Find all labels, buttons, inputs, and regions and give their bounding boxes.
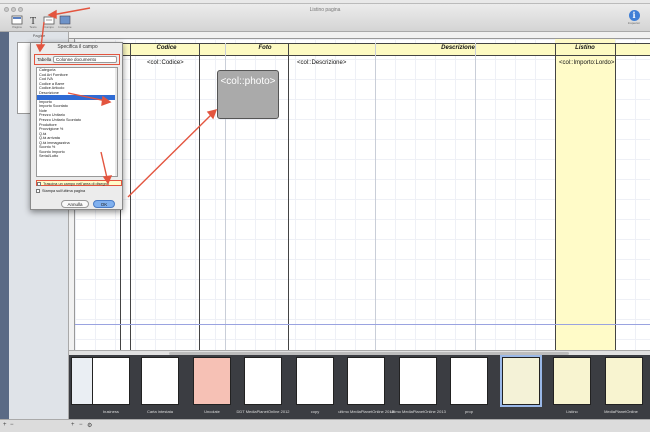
- template-label: ultimo MediaPlanetOnline 2013: [390, 409, 446, 414]
- add-page-icon[interactable]: +: [3, 422, 7, 428]
- app-window: Listino pagina Pagina T Testo Campo Imma…: [0, 4, 650, 432]
- page-tool-label: Pagina: [12, 25, 22, 29]
- template-label: copy: [310, 409, 320, 414]
- text-icon: T: [30, 16, 36, 25]
- image-icon: [59, 15, 71, 25]
- page-icon: [11, 15, 23, 25]
- field-list-scrollbar[interactable]: [115, 68, 117, 176]
- field-list[interactable]: Categoria Cod Art Fornitore Cod IVA Codice …: [36, 67, 118, 177]
- template-thumbnail[interactable]: [399, 357, 437, 405]
- svg-text:T: T: [30, 16, 36, 25]
- column-divider: [615, 43, 616, 350]
- table-label: Tabella: [37, 57, 52, 62]
- column-divider: [288, 43, 289, 350]
- pages-sidebar-title: Pagine: [32, 33, 46, 38]
- title-bar: Listino pagina Pagina T Testo Campo Imma…: [0, 4, 650, 32]
- field-list-items: Categoria Cod Art Fornitore Cod IVA Codice …: [37, 68, 117, 159]
- desktop-edge: [0, 32, 9, 432]
- template-label: Listino: [566, 409, 578, 414]
- ok-button[interactable]: OK: [93, 200, 115, 208]
- header-codice[interactable]: Codice: [143, 45, 190, 51]
- template-label: Uncolate: [204, 409, 220, 414]
- column-divider: [199, 43, 200, 350]
- cancel-button[interactable]: Annulla: [61, 200, 89, 208]
- print-last-page-label: Stampa sull'ultima pagina: [42, 189, 86, 193]
- specify-field-dialog: Specifica il campo Tabella Colonne docum…: [30, 42, 123, 210]
- print-last-page-checkbox[interactable]: Stampa sull'ultima pagina: [36, 188, 122, 194]
- remove-template-icon[interactable]: −: [79, 422, 83, 428]
- checkbox-icon: [37, 182, 41, 186]
- gear-icon[interactable]: ⚙: [87, 422, 92, 429]
- bottom-toolbar: + − + − ⚙: [0, 419, 650, 432]
- header-listino[interactable]: Listino: [555, 45, 615, 51]
- add-template-icon[interactable]: +: [71, 422, 75, 428]
- template-thumbnail-selected[interactable]: [500, 355, 542, 407]
- template-thumbnail[interactable]: [193, 357, 231, 405]
- header-descrizione[interactable]: Descrizione: [410, 45, 506, 51]
- field-foto[interactable]: <col::photo>: [217, 70, 279, 119]
- table-select[interactable]: Colonne documento: [53, 56, 117, 63]
- field-tool-button[interactable]: Campo: [42, 15, 56, 29]
- template-thumbnail[interactable]: [347, 357, 385, 405]
- template-label: Carta intestata: [146, 409, 173, 414]
- field-listino[interactable]: <col::Importo:Lordo>: [559, 60, 614, 66]
- field-descrizione[interactable]: <col::Descrizione>: [297, 60, 346, 66]
- report-page: Codice Foto Descrizione Listino <col::Co…: [75, 39, 650, 350]
- template-thumbnail[interactable]: [296, 357, 334, 405]
- template-gallery: business Carta intestata Uncolate DDT Me…: [69, 355, 650, 419]
- template-label: MediaPlanetOnline: [604, 409, 638, 414]
- page-bottom-guide: [75, 324, 650, 325]
- template-label: DDT MediaPlanetOnline 2012: [236, 409, 290, 414]
- template-thumbnail[interactable]: [450, 357, 488, 405]
- checkbox-icon: [36, 189, 40, 193]
- dialog-title: Specifica il campo: [57, 44, 98, 50]
- grid-guide: [475, 43, 476, 350]
- field-tool-label: Campo: [44, 25, 54, 29]
- info-icon: i: [628, 10, 640, 21]
- header-foto[interactable]: Foto: [224, 45, 306, 51]
- template-thumbnail[interactable]: [92, 357, 130, 405]
- template-label: ultimo MediaPlanetOnline 2013: [338, 409, 394, 414]
- image-tool-button[interactable]: Immagine: [58, 15, 72, 29]
- template-thumbnail[interactable]: [553, 357, 591, 405]
- inspector-button[interactable]: i Inspector: [622, 10, 646, 28]
- field-list-item[interactable]: Serial/Lotto: [37, 154, 117, 159]
- image-tool-label: Immagine: [58, 25, 72, 29]
- remove-page-icon[interactable]: −: [10, 422, 14, 428]
- text-tool-label: Testo: [29, 25, 37, 29]
- template-label: business: [103, 409, 119, 414]
- text-tool-button[interactable]: T Testo: [26, 15, 40, 29]
- window-title: Listino pagina: [309, 7, 341, 13]
- zoom-window-button[interactable]: [18, 7, 23, 12]
- layout-canvas[interactable]: Codice Foto Descrizione Listino <col::Co…: [69, 32, 650, 350]
- drag-field-checkbox[interactable]: Trascina un campo nell'area di disegno: [36, 180, 122, 186]
- grid-guide: [375, 43, 376, 350]
- inspector-label: Inspector: [627, 21, 641, 25]
- drag-field-label: Trascina un campo nell'area di disegno: [43, 182, 109, 186]
- column-divider: [555, 43, 556, 350]
- template-label: prop: [464, 409, 473, 414]
- horizontal-ruler: [69, 32, 650, 39]
- table-selector-row: Tabella Colonne documento: [34, 54, 120, 65]
- template-thumbnail[interactable]: [605, 357, 643, 405]
- template-thumbnail[interactable]: [244, 357, 282, 405]
- column-divider: [130, 43, 131, 350]
- field-codice[interactable]: <col::Codice>: [147, 60, 184, 66]
- listino-column-band: [555, 39, 615, 350]
- template-thumbnail[interactable]: [141, 357, 179, 405]
- field-icon: [43, 16, 55, 25]
- page-tool-button[interactable]: Pagina: [10, 15, 24, 29]
- close-window-button[interactable]: [4, 7, 9, 12]
- minimize-window-button[interactable]: [11, 7, 16, 12]
